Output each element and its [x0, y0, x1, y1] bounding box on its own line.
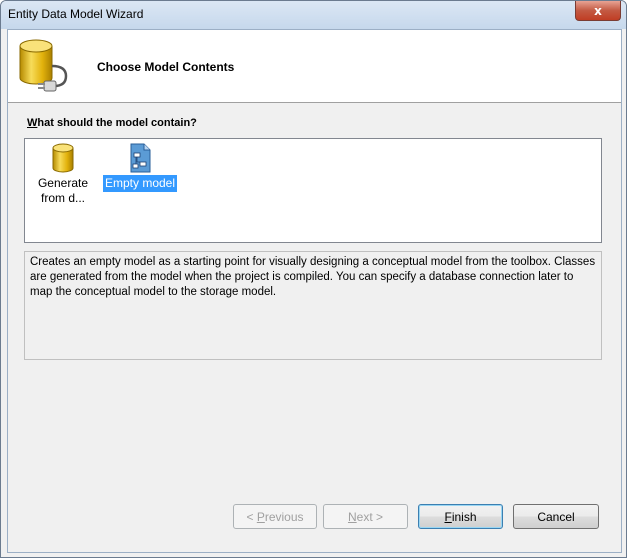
label-text: hat should the model contain? [37, 117, 197, 129]
cancel-button[interactable]: Cancel [513, 504, 599, 529]
wizard-header: Choose Model Contents [8, 30, 621, 103]
model-contents-list[interactable]: Generate from d... Empty model [24, 138, 602, 243]
close-button[interactable]: x [575, 1, 621, 21]
model-contents-label: What should the model contain? [27, 117, 197, 129]
close-icon: x [594, 3, 602, 18]
list-item-empty-model[interactable]: Empty model [101, 143, 179, 192]
title-bar[interactable]: Entity Data Model Wizard x [1, 1, 626, 29]
page-title: Choose Model Contents [97, 60, 235, 74]
description-text: Creates an empty model as a starting poi… [30, 256, 596, 298]
wizard-window: Entity Data Model Wizard x Choose Model … [0, 0, 627, 558]
wizard-body: Choose Model Contents What should the mo… [7, 29, 622, 553]
list-item-generate-from-database[interactable]: Generate from d... [31, 143, 95, 207]
database-icon [52, 143, 74, 173]
description-panel: Creates an empty model as a starting poi… [24, 251, 602, 360]
item-label: Empty model [102, 175, 178, 192]
next-button[interactable]: Next > [323, 504, 408, 529]
database-plug-icon [19, 39, 68, 92]
item-label: Generate from d... [37, 176, 89, 205]
previous-button[interactable]: < Previous [233, 504, 317, 529]
window-title: Entity Data Model Wizard [8, 7, 144, 21]
empty-model-icon [130, 143, 151, 173]
label-mnemonic: W [27, 117, 38, 129]
finish-button[interactable]: Finish [418, 504, 503, 529]
